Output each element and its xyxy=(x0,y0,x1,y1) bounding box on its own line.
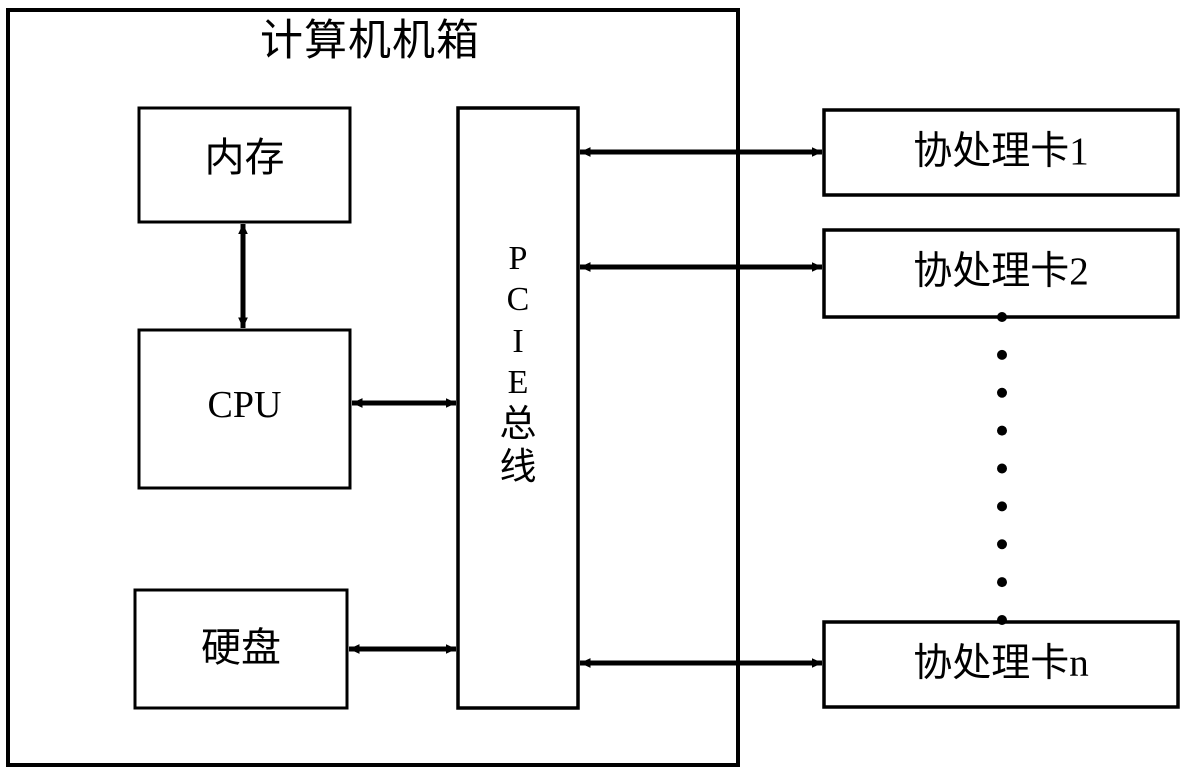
pcie-bus-label-char-3: I xyxy=(512,322,524,360)
ellipsis-dot xyxy=(997,615,1007,625)
block-diagram: 计算机机箱 内存 CPU 硬盘 PCIE总线 协处理卡1 协处理卡2 协处理卡n xyxy=(0,0,1189,777)
disk-block-label: 硬盘 xyxy=(201,625,281,670)
pcie-bus-label-char-2: C xyxy=(506,281,530,319)
chassis-title: 计算机机箱 xyxy=(260,18,480,65)
pcie-bus-block-label: PCIE总线 xyxy=(458,238,578,490)
cpu-block-label: CPU xyxy=(207,384,282,426)
memory-block-label: 内存 xyxy=(204,135,285,180)
ellipsis-dot xyxy=(997,312,1007,322)
ellipsis-dot xyxy=(997,501,1007,512)
coprocessor-card-2-label: 协处理卡2 xyxy=(913,250,1089,293)
ellipsis-dot xyxy=(997,539,1007,550)
chassis-outline xyxy=(6,8,740,767)
ellipsis-dot xyxy=(997,577,1007,588)
ellipsis-dot xyxy=(997,425,1007,436)
pcie-bus-label-char-5: 总 xyxy=(499,403,537,445)
pcie-bus-label-char-4: E xyxy=(507,364,529,402)
pcie-bus-label-char-1: P xyxy=(508,240,528,277)
coprocessor-card-n-label: 协处理卡n xyxy=(913,642,1089,685)
vertical-ellipsis xyxy=(997,312,1007,625)
pcie-bus-label-char-6: 线 xyxy=(499,446,537,488)
ellipsis-dot xyxy=(997,349,1007,360)
coprocessor-card-1-label: 协处理卡1 xyxy=(913,130,1089,173)
ellipsis-dot xyxy=(997,463,1007,474)
ellipsis-dot xyxy=(997,387,1007,398)
